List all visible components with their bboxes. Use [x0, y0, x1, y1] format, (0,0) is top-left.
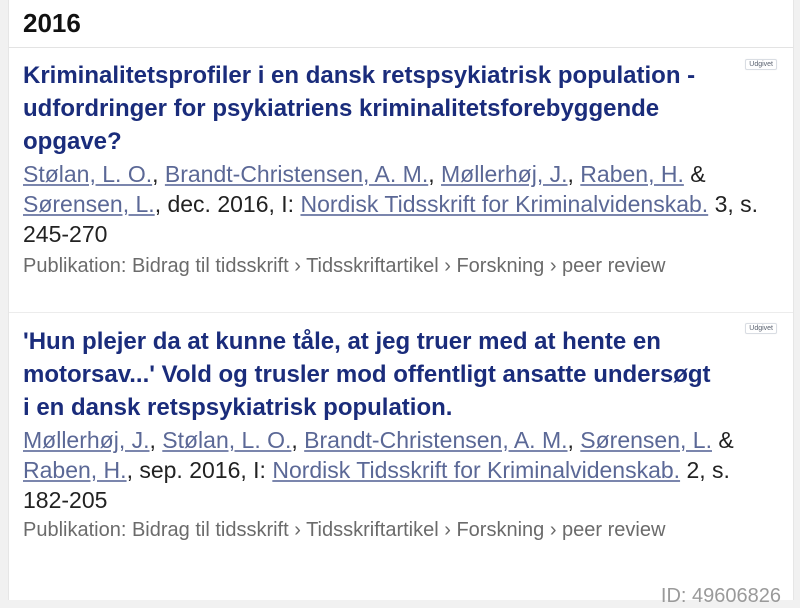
publication-date: , sep. 2016, I: — [126, 457, 273, 483]
author-link[interactable]: Brandt-Christensen, A. M. — [304, 427, 567, 453]
author-link[interactable]: Møllerhøj, J. — [441, 161, 568, 187]
author-link[interactable]: Sørensen, L. — [23, 191, 155, 217]
status-badge: Udgivet — [745, 323, 777, 334]
publication-title-link[interactable]: Kriminalitetsprofiler i en dansk retspsy… — [23, 59, 723, 158]
publication-citation: Møllerhøj, J., Stølan, L. O., Brandt-Chr… — [23, 427, 734, 513]
publication-type: Publikation: Bidrag til tidsskrift › Tid… — [23, 519, 666, 541]
divider — [9, 312, 793, 313]
divider — [9, 47, 793, 48]
author-link[interactable]: Sørensen, L. — [580, 427, 712, 453]
author-link[interactable]: Møllerhøj, J. — [23, 427, 150, 453]
author-link[interactable]: Raben, H. — [23, 457, 127, 483]
publication-list-panel: 2016 Kriminalitetsprofiler i en dansk re… — [8, 0, 794, 607]
journal-link[interactable]: Nordisk Tidsskrift for Kriminalvidenskab… — [300, 191, 708, 217]
publication-id: ID: 49606826 — [660, 585, 781, 607]
author-link[interactable]: Brandt-Christensen, A. M. — [165, 161, 428, 187]
publication-citation: Stølan, L. O., Brandt-Christensen, A. M.… — [23, 161, 759, 247]
author-link[interactable]: Raben, H. — [580, 161, 684, 187]
author-link[interactable]: Stølan, L. O. — [23, 161, 152, 187]
publication-type: Publikation: Bidrag til tidsskrift › Tid… — [23, 255, 666, 277]
publication-title-link[interactable]: 'Hun plejer da at kunne tåle, at jeg tru… — [23, 325, 723, 424]
publication-date: , dec. 2016, I: — [154, 191, 301, 217]
year-heading: 2016 — [23, 8, 81, 38]
author-link[interactable]: Stølan, L. O. — [162, 427, 291, 453]
status-badge: Udgivet — [745, 59, 777, 70]
journal-link[interactable]: Nordisk Tidsskrift for Kriminalvidenskab… — [272, 457, 680, 483]
